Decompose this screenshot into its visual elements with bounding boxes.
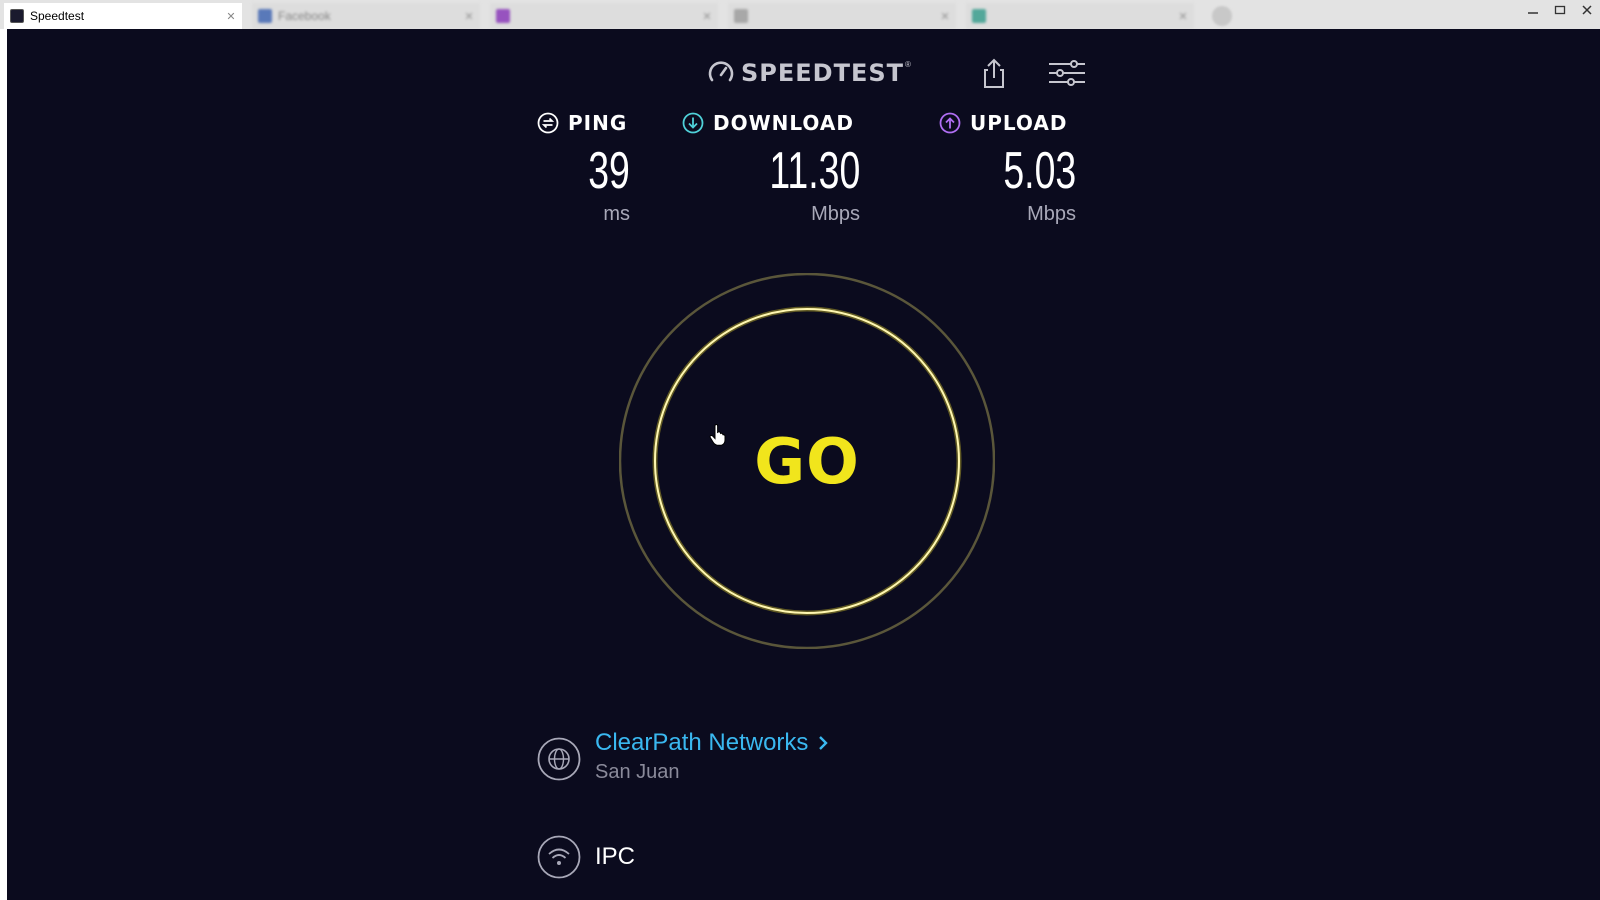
tab-close-icon[interactable]: ✕ <box>226 10 236 23</box>
go-button[interactable]: GO <box>655 309 959 613</box>
upload-header: UPLOAD <box>939 111 1076 135</box>
tab-favicon-icon <box>972 9 986 23</box>
browser-tab-bar: Speedtest ✕ Facebook ✕ ✕ ✕ ✕ <box>0 0 1600 29</box>
tab-title: Speedtest <box>30 9 85 23</box>
tab-title: Facebook <box>278 9 331 23</box>
ping-label: PING <box>568 111 628 135</box>
change-server-link[interactable]: ClearPath Networks <box>595 729 830 757</box>
isp-info: IPC <box>537 835 635 879</box>
server-location: San Juan <box>595 761 680 783</box>
upload-label: UPLOAD <box>970 111 1068 135</box>
tab-speedtest[interactable]: Speedtest ✕ <box>4 3 242 29</box>
chevron-right-icon <box>819 736 829 750</box>
tab-favicon-icon <box>496 9 510 23</box>
server-name: ClearPath Networks <box>595 729 809 756</box>
settings-button[interactable] <box>1047 56 1087 90</box>
speedtest-page: SPEEDTEST ® PING 39 ms DOWNLOAD 11.30 Mb… <box>7 29 1600 900</box>
maximize-icon[interactable] <box>1546 0 1573 20</box>
download-arrow-icon <box>682 112 704 134</box>
new-tab-button[interactable] <box>1212 6 1232 26</box>
logo-text: SPEEDTEST <box>741 59 905 87</box>
upload-metric: UPLOAD 5.03 Mbps <box>939 111 1076 225</box>
globe-icon <box>537 737 581 781</box>
download-value: 11.30 <box>769 142 860 200</box>
settings-sliders-icon <box>1049 60 1085 86</box>
share-button[interactable] <box>977 56 1011 90</box>
tab-3[interactable]: ✕ <box>490 3 718 29</box>
download-header: DOWNLOAD <box>682 111 860 135</box>
share-icon <box>984 58 1004 88</box>
speedtest-logo[interactable]: SPEEDTEST ® <box>707 59 911 87</box>
tab-favicon-icon <box>734 9 748 23</box>
ping-icon <box>537 112 559 134</box>
tab-close-icon[interactable]: ✕ <box>940 10 950 23</box>
ping-unit: ms <box>603 203 630 225</box>
ping-value: 39 <box>588 142 630 200</box>
download-label: DOWNLOAD <box>713 111 854 135</box>
facebook-favicon-icon <box>258 9 272 23</box>
go-label: GO <box>754 424 860 498</box>
tab-4[interactable]: ✕ <box>728 3 956 29</box>
upload-value: 5.03 <box>1003 142 1076 200</box>
header: SPEEDTEST ® <box>7 29 1600 119</box>
close-icon[interactable] <box>1573 0 1600 20</box>
tab-close-icon[interactable]: ✕ <box>702 10 712 23</box>
download-unit: Mbps <box>811 203 860 225</box>
registered-mark: ® <box>905 59 911 69</box>
upload-arrow-icon <box>939 112 961 134</box>
ping-metric: PING 39 ms <box>537 111 630 225</box>
speedometer-icon <box>708 61 734 82</box>
go-gauge: GO <box>618 272 996 650</box>
isp-name: IPC <box>595 843 636 870</box>
ping-header: PING <box>537 111 630 135</box>
hand-cursor-icon <box>709 424 726 446</box>
speedtest-favicon-icon <box>10 9 24 23</box>
tab-facebook[interactable]: Facebook ✕ <box>252 3 480 29</box>
tab-5[interactable]: ✕ <box>966 3 1194 29</box>
download-metric: DOWNLOAD 11.30 Mbps <box>682 111 860 225</box>
server-info: ClearPath Networks San Juan <box>595 729 830 784</box>
server-selector: ClearPath Networks San Juan <box>537 729 830 784</box>
upload-unit: Mbps <box>1027 203 1076 225</box>
minimize-icon[interactable] <box>1519 0 1546 20</box>
tab-close-icon[interactable]: ✕ <box>464 10 474 23</box>
tab-close-icon[interactable]: ✕ <box>1178 10 1188 23</box>
window-controls <box>1519 0 1600 22</box>
wifi-icon <box>537 835 581 879</box>
